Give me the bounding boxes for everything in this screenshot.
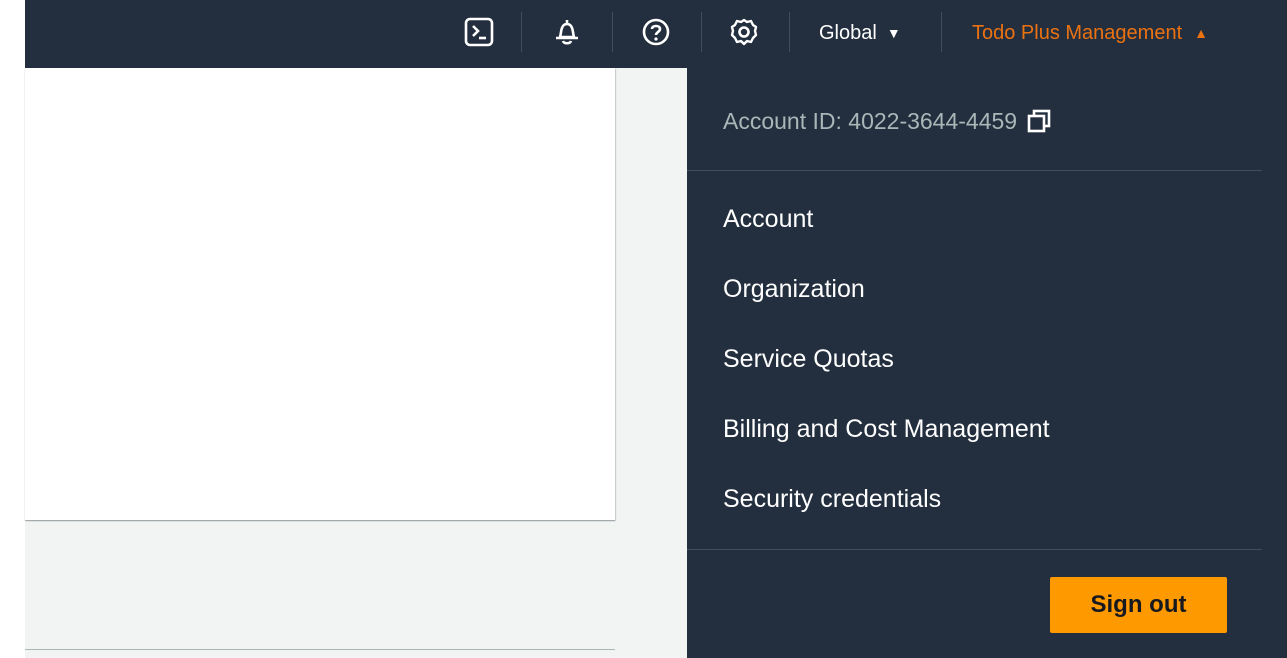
menu-item-service-quotas[interactable]: Service Quotas xyxy=(723,339,894,379)
region-label: Global xyxy=(819,21,877,44)
divider xyxy=(941,12,942,52)
account-id-text: Account ID: 4022-3644-4459 xyxy=(723,107,1018,134)
divider xyxy=(789,12,790,52)
top-navigation-bar: Global ▼ Todo Plus Management ▲ xyxy=(25,0,1287,68)
settings-gear-icon[interactable] xyxy=(728,16,760,48)
menu-item-organization[interactable]: Organization xyxy=(723,269,865,309)
divider xyxy=(25,649,615,650)
content-panel xyxy=(25,68,615,520)
divider xyxy=(701,12,702,52)
copy-icon[interactable] xyxy=(1027,109,1051,133)
menu-item-security-credentials[interactable]: Security credentials xyxy=(723,479,941,519)
help-icon[interactable] xyxy=(640,16,672,48)
cloudshell-icon[interactable] xyxy=(463,16,495,48)
caret-down-icon: ▼ xyxy=(886,25,901,41)
account-menu-toggle[interactable]: Todo Plus Management ▲ xyxy=(972,20,1208,46)
menu-item-billing[interactable]: Billing and Cost Management xyxy=(723,409,1050,449)
account-menu-label: Todo Plus Management xyxy=(972,21,1183,44)
account-dropdown-menu: Account ID: 4022-3644-4459 Account Organ… xyxy=(687,68,1287,658)
sign-out-button[interactable]: Sign out xyxy=(1050,577,1227,633)
menu-item-account[interactable]: Account xyxy=(723,199,813,239)
notifications-bell-icon[interactable] xyxy=(551,16,583,48)
divider xyxy=(521,12,522,52)
caret-up-icon: ▲ xyxy=(1194,25,1208,41)
region-selector[interactable]: Global ▼ xyxy=(819,20,901,46)
account-id-row: Account ID: 4022-3644-4459 xyxy=(723,106,1051,136)
divider xyxy=(687,549,1262,550)
account-info-header: Account ID: 4022-3644-4459 xyxy=(687,68,1262,171)
divider xyxy=(612,12,613,52)
